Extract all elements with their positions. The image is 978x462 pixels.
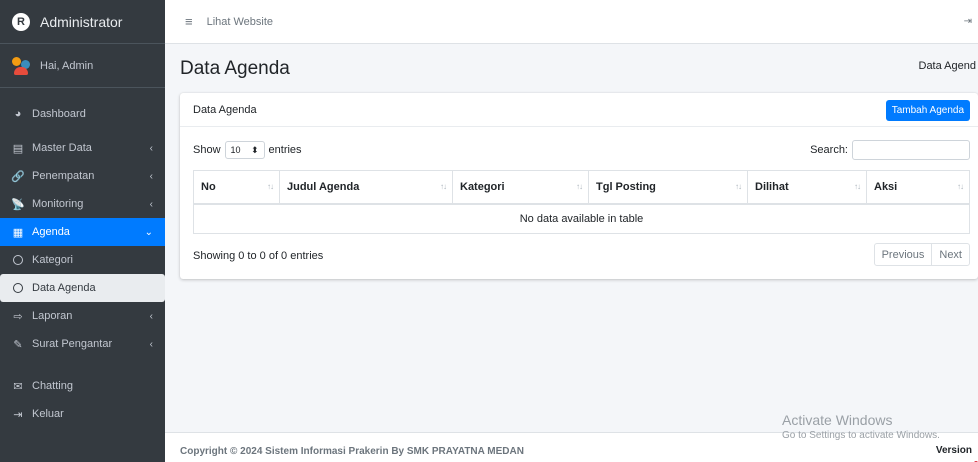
database-icon: ▤ [12,142,24,155]
sidebar-item-label: Agenda [32,226,70,238]
entries-select[interactable]: 10 ⬍ [224,141,265,159]
chevron-left-icon: ‹ [149,170,153,182]
envelope-icon: ✉ [13,380,23,393]
chevron-left-icon: ‹ [149,310,153,322]
avatar [12,56,30,75]
sidebar-item-label: Data Agenda [32,282,96,294]
breadcrumb: Data Agend [918,60,977,72]
next-button[interactable]: Next [931,244,969,265]
sidebar-item-label: Penempatan [32,170,95,182]
table-header-row: No ↑↓ Judul Agenda ↑↓ Kategori ↑↓ Tgl Posti… [193,170,970,205]
sidebar-item-label: Laporan [32,310,73,322]
hamburger-menu-icon[interactable]: ≡ [185,14,193,29]
select-arrows-icon: ⬍ [250,144,259,155]
card-title: Data Agenda [193,103,257,116]
sidebar-item-label: Monitoring [32,198,84,210]
sort-icon: ↑↓ [440,182,447,191]
chevron-left-icon: ‹ [149,338,153,350]
file-signature-icon: ✎ [13,338,23,351]
datatable-controls: Show 10 ⬍ entries Search: [193,139,970,161]
logout-icon[interactable]: ⇥ [964,16,972,27]
sidebar-item-label: Kategori [32,254,73,266]
version-text: Version [935,445,972,456]
circle-icon [12,282,24,294]
search-label: Search: [810,144,848,156]
top-navbar: ≡ Lihat Website ⇥ [165,0,978,44]
sidebar-item-data-agenda[interactable]: Data Agenda [0,274,165,302]
brand-logo: R [12,12,30,31]
sidebar-item-label: Master Data [32,142,92,154]
circle-icon [12,254,24,266]
sidebar-item-label: Dashboard [32,108,86,120]
sidebar-item-dashboard[interactable]: ◕ Dashboard [0,100,165,128]
column-header-no[interactable]: No ↑↓ [193,170,280,205]
user-name: Hai, Admin [40,59,94,72]
sidebar-item-penempatan[interactable]: 🔗 Penempatan ‹ [0,162,165,190]
previous-button[interactable]: Previous [875,244,932,265]
dashboard-icon: ◕ [14,108,22,120]
card-header: Data Agenda Tambah Agenda [180,93,978,127]
sidebar-item-label: Chatting [32,380,73,392]
brand-text: Administrator [40,13,123,30]
sort-icon: ↑↓ [576,182,583,191]
sidebar-item-chatting[interactable]: ✉ Chatting [0,372,165,400]
sidebar-item-monitoring[interactable]: 📡 Monitoring ‹ [0,190,165,218]
sidebar-item-keluar[interactable]: ⇥ Keluar [0,400,165,428]
search-wrap: Search: [810,140,970,160]
entries-label: entries [268,144,302,156]
chevron-left-icon: ‹ [149,142,153,154]
calendar-icon: ▦ [12,226,24,239]
column-header-tgl-posting[interactable]: Tgl Posting ↑↓ [588,170,748,205]
sidebar-item-agenda[interactable]: ▦ Agenda ⌄ [0,218,165,246]
table-info: Showing 0 to 0 of 0 entries [193,250,324,262]
agenda-card: Data Agenda Tambah Agenda Show 10 ⬍ entr… [180,93,978,279]
column-header-dilihat[interactable]: Dilihat ↑↓ [747,170,867,205]
watermark-title: Activate Windows [782,412,893,428]
sidebar-item-surat-pengantar[interactable]: ✎ Surat Pengantar ‹ [0,330,165,358]
watermark-subtitle: Go to Settings to activate Windows. [782,430,940,441]
sidebar-nav: ◕ Dashboard ▤ Master Data ‹ 🔗 Penempatan… [0,88,165,428]
sidebar-item-master-data[interactable]: ▤ Master Data ‹ [0,134,165,162]
activate-windows-watermark: Activate Windows Go to Settings to activ… [782,412,940,441]
add-agenda-button[interactable]: Tambah Agenda [885,100,970,121]
chevron-left-icon: ‹ [149,198,153,210]
file-export-icon: ⇨ [13,310,23,323]
pagination: Previous Next [873,243,970,266]
satellite-icon: 📡 [11,198,25,211]
show-label: Show [193,144,221,156]
sidebar: R Administrator Hai, Admin ◕ Dashboard ▤… [0,0,165,462]
search-input[interactable] [852,140,970,160]
user-panel[interactable]: Hai, Admin [0,44,165,88]
sort-icon: ↑↓ [267,182,274,191]
view-website-link[interactable]: Lihat Website [207,16,273,28]
page-title: Data Agenda [180,58,290,79]
entries-value: 10 [230,145,241,155]
sort-icon: ↑↓ [957,182,964,191]
column-header-kategori[interactable]: Kategori ↑↓ [452,170,589,205]
sidebar-item-label: Surat Pengantar [32,338,113,350]
brand-link[interactable]: R Administrator [0,0,165,44]
table-row: No data available in table [193,203,970,234]
sidebar-item-laporan[interactable]: ⇨ Laporan ‹ [0,302,165,330]
copyright-text: Copyright © 2024 Sistem Informasi Praker… [180,446,524,457]
sidebar-item-label: Keluar [32,408,64,420]
column-header-aksi[interactable]: Aksi ↑↓ [866,170,970,205]
sidebar-item-kategori[interactable]: Kategori [0,246,165,274]
sort-icon: ↑↓ [735,182,742,191]
column-header-judul-agenda[interactable]: Judul Agenda ↑↓ [279,170,453,205]
sign-out-icon: ⇥ [13,408,23,421]
chevron-down-icon: ⌄ [144,226,153,238]
empty-table-message: No data available in table [193,203,970,234]
link-icon: 🔗 [11,170,25,183]
sort-icon: ↑↓ [854,182,861,191]
agenda-table: No ↑↓ Judul Agenda ↑↓ Kategori ↑↓ Tgl Posti… [193,170,970,234]
